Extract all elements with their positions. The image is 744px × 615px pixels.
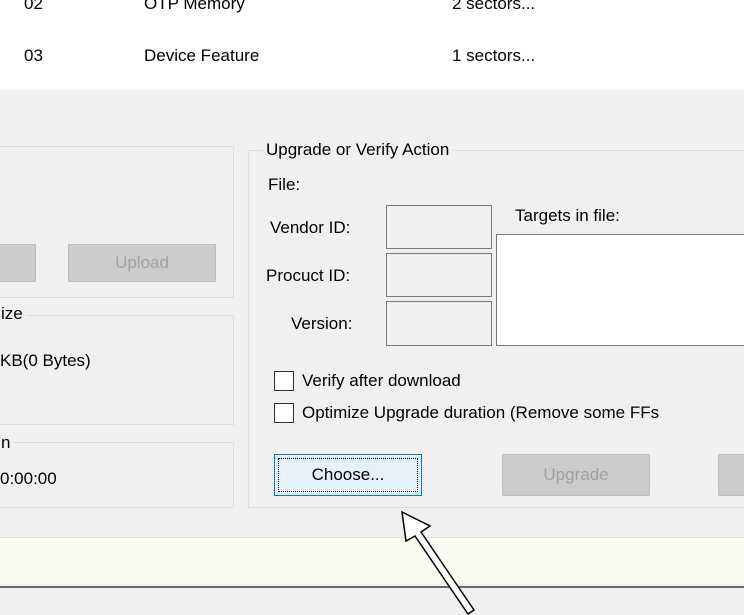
list-item-size: 2 sectors...	[452, 0, 536, 13]
upload-button[interactable]: Upload	[68, 244, 216, 282]
upgrade-button[interactable]: Upgrade	[502, 454, 650, 496]
focus-rect	[278, 458, 418, 492]
targets-in-file-label: Targets in file:	[515, 206, 620, 225]
list-item-index: 03	[24, 46, 43, 65]
list-item[interactable]: 03 Device Feature 1 sectors...	[0, 46, 744, 74]
memory-list[interactable]: 02 OTP Memory 2 sectors... 03 Device Fea…	[0, 0, 744, 90]
size-value: KB(0 Bytes)	[0, 351, 91, 370]
bottom-area	[0, 588, 744, 615]
size-group-label: ize	[0, 304, 26, 324]
upgrade-verify-group-label: Upgrade or Verify Action	[263, 140, 453, 160]
duration-group-label: n	[0, 433, 14, 453]
optimize-checkbox-label[interactable]: Optimize Upgrade duration (Remove some F…	[302, 403, 659, 423]
version-label: Version:	[291, 314, 353, 333]
optimize-checkbox[interactable]	[274, 403, 294, 423]
vendor-id-label: Vendor ID:	[270, 218, 351, 237]
status-bar	[0, 537, 744, 584]
upload-button-label: Upload	[115, 253, 169, 272]
targets-list[interactable]	[496, 234, 744, 346]
upgrade-button-label: Upgrade	[543, 465, 609, 484]
duration-value: 0:00:00	[0, 469, 57, 488]
product-id-label: Procuct ID:	[266, 266, 351, 285]
left-cut-button	[0, 244, 36, 282]
file-label: File:	[268, 175, 301, 194]
list-item-index: 02	[24, 0, 43, 13]
choose-button[interactable]: Choose...	[274, 454, 422, 496]
right-cut-button	[718, 454, 744, 496]
list-item[interactable]: 02 OTP Memory 2 sectors...	[0, 0, 744, 30]
annotation-arrow-icon	[401, 510, 476, 615]
list-item-size: 1 sectors...	[452, 46, 536, 65]
list-item-name: OTP Memory	[144, 0, 245, 13]
verify-checkbox[interactable]	[274, 371, 294, 391]
product-id-field[interactable]	[386, 253, 492, 297]
version-field[interactable]	[386, 301, 492, 346]
vendor-id-field[interactable]	[386, 205, 492, 249]
verify-checkbox-label[interactable]: Verify after download	[302, 371, 461, 391]
list-item-name: Device Feature	[144, 46, 260, 65]
